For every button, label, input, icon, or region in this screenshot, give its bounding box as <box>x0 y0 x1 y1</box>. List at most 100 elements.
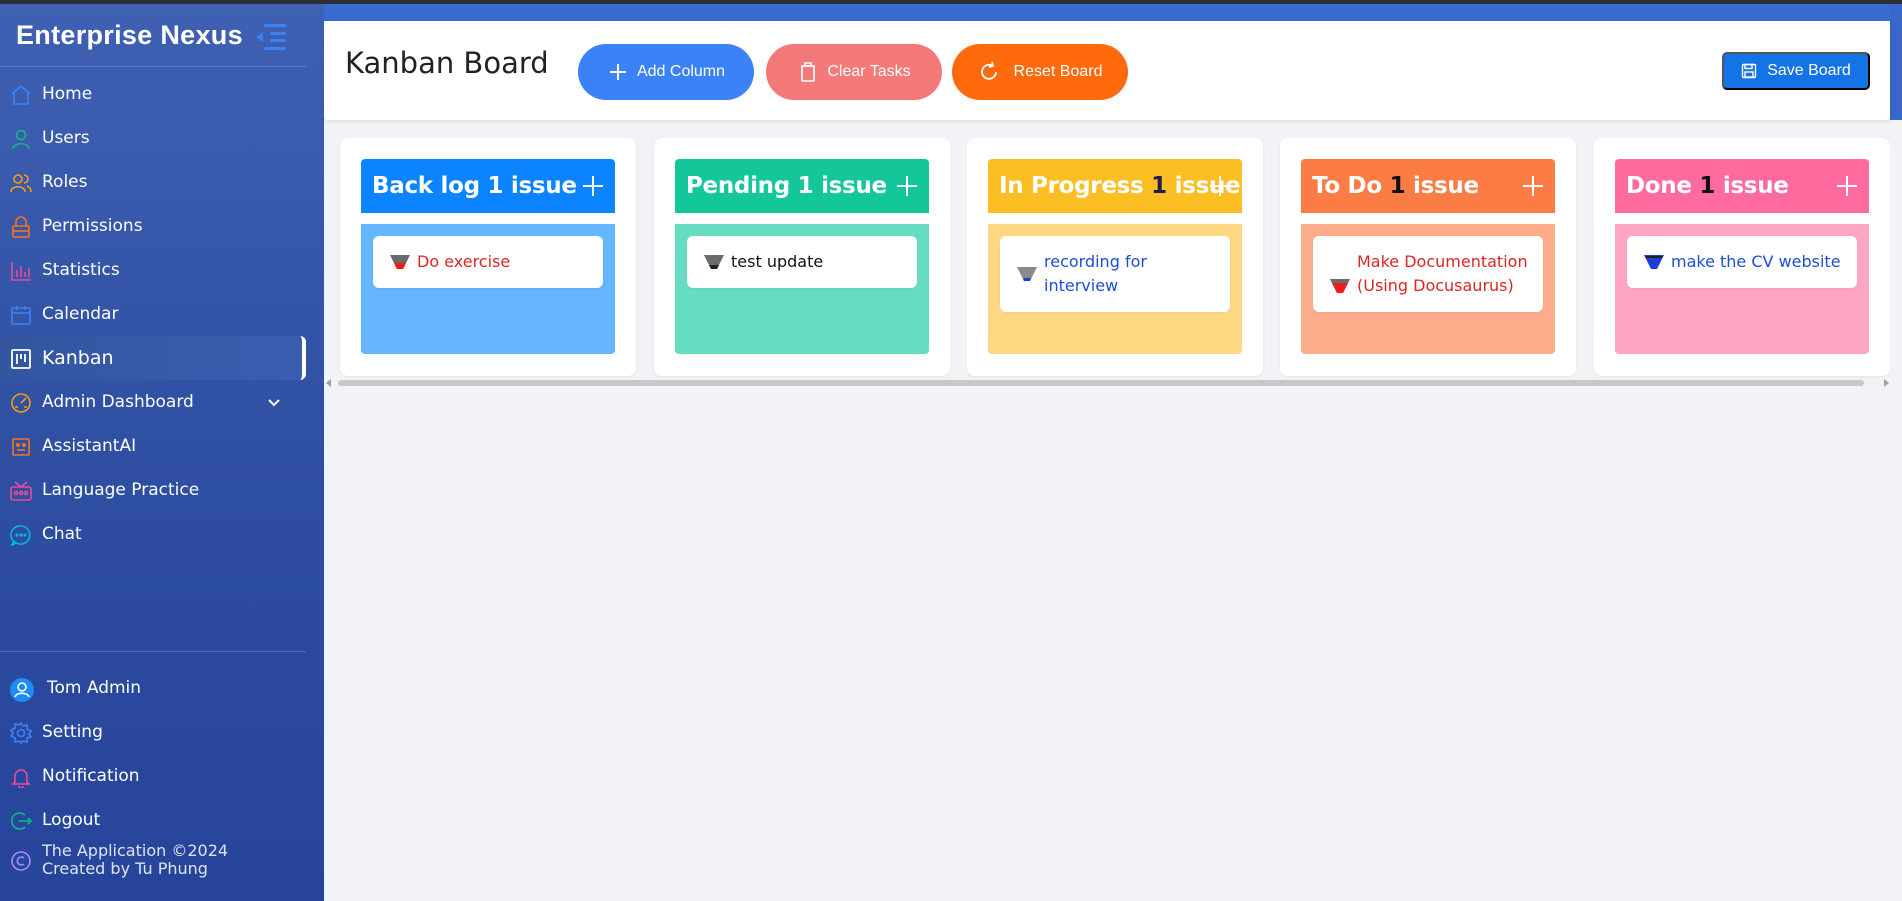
task-text: make the CV website <box>1671 252 1841 271</box>
sidebar-item-statistics[interactable]: Statistics <box>0 248 306 292</box>
column-body: Make Documentation (Using Docusaurus) <box>1301 224 1555 354</box>
column-body: make the CV website <box>1615 224 1869 354</box>
lock-icon <box>10 216 32 238</box>
sidebar-item-home[interactable]: Home <box>0 72 306 116</box>
right-edge-fill <box>1890 120 1902 901</box>
footer-credit: Created by Tu Phung <box>42 859 208 878</box>
task-text: Make Documentation (Using Docusaurus) <box>1357 252 1528 295</box>
sidebar-item-label: Admin Dashboard <box>42 392 194 412</box>
logout-icon <box>10 810 33 832</box>
sidebar-item-permissions[interactable]: Permissions <box>0 204 306 248</box>
user-icon <box>10 128 32 150</box>
sidebar-item-profile[interactable]: Tom Admin <box>0 666 306 710</box>
roles-icon <box>10 172 32 194</box>
chevron-down-icon[interactable] <box>266 394 282 410</box>
column-header: Back log 1 issue <box>361 159 615 213</box>
gear-icon <box>9 721 33 745</box>
add-task-icon[interactable] <box>1206 172 1234 200</box>
sidebar-item-setting[interactable]: Setting <box>0 710 306 754</box>
sidebar-item-kanban[interactable]: Kanban <box>0 336 306 380</box>
kanban-column-pending: Pending 1 issue test update <box>654 138 950 376</box>
sidebar-item-label: Tom Admin <box>47 678 142 698</box>
bar-chart-icon <box>10 260 32 282</box>
sidebar-item-assistantai[interactable]: AssistantAI <box>0 424 306 468</box>
priority-low-icon <box>1016 265 1038 283</box>
column-header: To Do 1 issue <box>1301 159 1555 213</box>
task-text: recording for interview <box>1044 252 1147 295</box>
add-task-icon[interactable] <box>1519 172 1547 200</box>
refresh-icon <box>978 61 1000 83</box>
sidebar-item-notification[interactable]: Notification <box>0 754 306 798</box>
column-body: test update <box>675 224 929 354</box>
kanban-column-done: Done 1 issue make the CV website <box>1594 138 1890 376</box>
task-card[interactable]: Make Documentation (Using Docusaurus) <box>1313 236 1543 312</box>
column-count: 1 <box>1389 173 1406 199</box>
trash-icon <box>797 61 819 83</box>
kanban-column-in-progress: In Progress 1 issue recording for interv… <box>967 138 1263 376</box>
sidebar-item-label: Chat <box>42 524 82 544</box>
task-card[interactable]: test update <box>687 236 917 288</box>
add-task-icon[interactable] <box>1833 172 1861 200</box>
sidebar-item-logout[interactable]: Logout <box>0 798 306 842</box>
avatar-icon <box>10 678 34 702</box>
sidebar-item-label: Roles <box>42 172 88 192</box>
footer-copyright: The Application ©2024 <box>42 841 229 860</box>
task-text: Do exercise <box>417 252 511 271</box>
reset-board-button[interactable]: Reset Board <box>952 44 1128 100</box>
clear-tasks-button[interactable]: Clear Tasks <box>766 44 942 100</box>
sidebar-item-chat[interactable]: Chat <box>0 512 306 556</box>
chat-icon <box>10 524 32 547</box>
sidebar-item-calendar[interactable]: Calendar <box>0 292 306 336</box>
scrollbar-thumb[interactable] <box>338 380 1864 386</box>
menu-collapse-icon[interactable] <box>254 22 288 52</box>
priority-lowest-icon <box>1643 253 1665 271</box>
task-card[interactable]: make the CV website <box>1627 236 1857 288</box>
add-column-label: Add Column <box>636 63 726 80</box>
sidebar-item-label: Home <box>42 84 93 104</box>
kanban-column-backlog: Back log 1 issue Do exercise <box>340 138 636 376</box>
column-count: 1 <box>797 173 814 199</box>
sidebar-item-label: AssistantAI <box>42 436 137 456</box>
calendar-icon <box>10 304 32 326</box>
voice-icon <box>10 480 32 502</box>
column-body: Do exercise <box>361 224 615 354</box>
sidebar-item-label: Statistics <box>42 260 120 280</box>
scroll-right-arrow-icon[interactable] <box>1884 379 1889 387</box>
add-column-button[interactable]: Add Column <box>578 44 754 100</box>
sidebar-nav: Home Users Roles Permissions Statistics <box>0 72 306 556</box>
kanban-board: Back log 1 issue Do exercise Pending 1 i… <box>324 134 1890 380</box>
sidebar-item-label: Setting <box>42 722 103 742</box>
priority-high-icon <box>389 253 411 271</box>
priority-medium-icon <box>703 253 725 271</box>
add-task-icon[interactable] <box>579 172 607 200</box>
sidebar-item-label: Calendar <box>42 304 119 324</box>
robot-icon <box>10 436 32 458</box>
column-title: Done 1 issue <box>1626 173 1789 199</box>
sidebar-item-admin-dashboard[interactable]: Admin Dashboard <box>0 380 306 424</box>
column-header: Pending 1 issue <box>675 159 929 213</box>
save-icon <box>1741 63 1757 79</box>
scroll-left-arrow-icon[interactable] <box>326 379 331 387</box>
task-card[interactable]: Do exercise <box>373 236 603 288</box>
sidebar-item-language-practice[interactable]: Language Practice <box>0 468 306 512</box>
clear-tasks-label: Clear Tasks <box>827 63 911 80</box>
sidebar-item-roles[interactable]: Roles <box>0 160 306 204</box>
header-accent-strip <box>324 4 1902 21</box>
column-header: In Progress 1 issue <box>988 159 1242 213</box>
sidebar-item-users[interactable]: Users <box>0 116 306 160</box>
sidebar-bottom-nav: Tom Admin Setting Notification Logout <box>0 666 306 842</box>
priority-high-icon <box>1329 277 1351 295</box>
save-board-button[interactable]: Save Board <box>1722 52 1870 90</box>
column-title: To Do 1 issue <box>1312 173 1479 199</box>
task-card[interactable]: recording for interview <box>1000 236 1230 312</box>
bell-icon <box>10 766 32 789</box>
add-task-icon[interactable] <box>893 172 921 200</box>
plus-icon <box>607 61 629 83</box>
page-header: Kanban Board Add Column Clear Tasks Rese… <box>324 21 1890 120</box>
kanban-icon <box>10 348 32 370</box>
footer-text: The Application ©2024 Created by Tu Phun… <box>42 842 228 878</box>
sidebar-item-label: Notification <box>42 766 140 786</box>
board-horizontal-scrollbar[interactable] <box>324 377 1890 387</box>
column-count: 1 <box>1151 173 1167 199</box>
copyright-icon <box>10 850 32 872</box>
